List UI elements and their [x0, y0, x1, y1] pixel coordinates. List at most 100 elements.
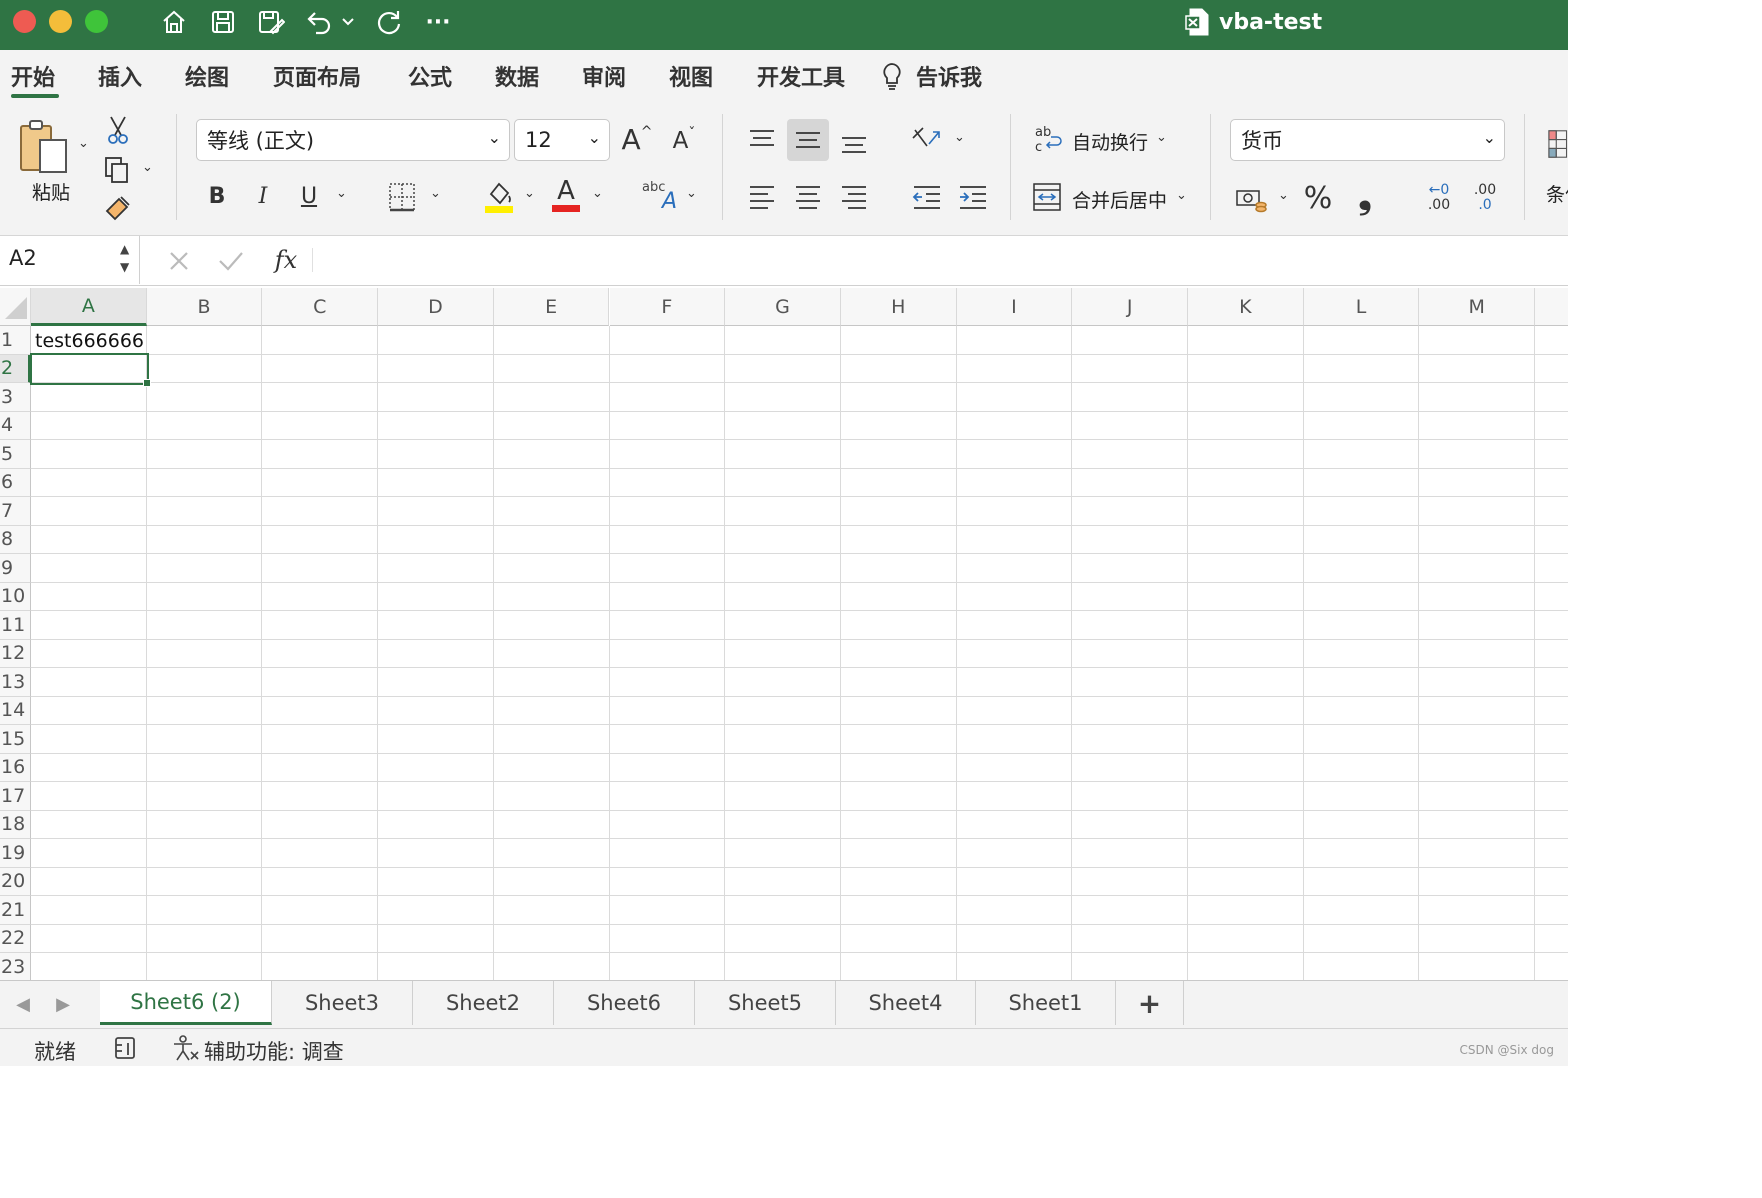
format-painter-icon[interactable]: [102, 192, 134, 222]
column-header-i[interactable]: I: [956, 288, 1073, 326]
row-header-15[interactable]: 15: [0, 725, 31, 754]
worksheet-grid[interactable]: ABCDEFGHIJKLM 1 2 3 4 5 6 7 8 9 10 11 12 13 14 15 16 17 1…: [0, 288, 1568, 980]
orientation-icon[interactable]: [906, 122, 946, 156]
column-header-k[interactable]: K: [1188, 288, 1304, 326]
insert-function-button[interactable]: fx: [268, 244, 304, 276]
paste-chevron-icon[interactable]: ⌄: [78, 136, 89, 151]
tab-page-layout[interactable]: 页面布局: [273, 60, 361, 92]
save-as-icon[interactable]: [254, 6, 288, 38]
merge-center-icon[interactable]: [1030, 180, 1064, 214]
formula-input[interactable]: [326, 236, 1566, 284]
decrease-decimal-button[interactable]: .00 .0: [1466, 180, 1504, 216]
sheet-tab-sheet6[interactable]: Sheet6: [554, 981, 695, 1025]
row-header-12[interactable]: 12: [0, 639, 31, 668]
column-header-m[interactable]: M: [1419, 288, 1536, 326]
align-left-icon[interactable]: [744, 180, 780, 214]
row-header-22[interactable]: 22: [0, 924, 31, 953]
tab-view[interactable]: 视图: [669, 60, 713, 92]
active-cell-a2[interactable]: [30, 353, 149, 385]
row-header-19[interactable]: 19: [0, 839, 31, 868]
fill-color-chevron-icon[interactable]: ⌄: [524, 186, 535, 201]
column-header-h[interactable]: H: [840, 288, 957, 326]
column-header-l[interactable]: L: [1303, 288, 1420, 326]
font-color-chevron-icon[interactable]: ⌄: [592, 186, 603, 201]
text-effects-chevron-icon[interactable]: ⌄: [686, 186, 697, 201]
tab-insert[interactable]: 插入: [98, 60, 142, 92]
sheet-tab-sheet2[interactable]: Sheet2: [413, 981, 554, 1025]
minimize-window-button[interactable]: [49, 10, 72, 33]
bold-button[interactable]: B: [204, 180, 230, 212]
row-header-8[interactable]: 8: [0, 525, 31, 554]
text-effects-button[interactable]: abc A: [642, 180, 682, 214]
wrap-text-icon[interactable]: ab c: [1032, 122, 1064, 156]
home-icon[interactable]: [157, 6, 191, 38]
increase-indent-icon[interactable]: [954, 180, 992, 214]
fill-handle[interactable]: [143, 379, 151, 387]
accessibility-icon[interactable]: [170, 1033, 200, 1063]
accessibility-status[interactable]: 辅助功能: 调查: [204, 1036, 344, 1066]
shrink-font-button[interactable]: Aˇ: [668, 124, 700, 158]
number-format-dropdown[interactable]: 货币 ⌄: [1230, 119, 1505, 161]
scroll-tabs-right-icon[interactable]: ▶: [52, 993, 74, 1015]
orientation-chevron-icon[interactable]: ⌄: [954, 130, 965, 145]
row-header-17[interactable]: 17: [0, 782, 31, 811]
row-header-6[interactable]: 6: [0, 468, 31, 497]
row-header-10[interactable]: 10: [0, 582, 31, 611]
font-size-dropdown[interactable]: 12 ⌄: [514, 119, 610, 161]
row-header-11[interactable]: 11: [0, 611, 31, 640]
column-header-a[interactable]: A: [31, 288, 147, 326]
row-header-20[interactable]: 20: [0, 867, 31, 896]
copy-icon[interactable]: [102, 154, 132, 186]
borders-chevron-icon[interactable]: ⌄: [430, 186, 441, 201]
scroll-tabs-left-icon[interactable]: ◀: [12, 993, 34, 1015]
undo-dropdown-chevron-icon[interactable]: [338, 6, 358, 38]
italic-button[interactable]: I: [250, 180, 276, 212]
row-header-1[interactable]: 1: [0, 326, 31, 355]
column-header-c[interactable]: C: [262, 288, 379, 326]
align-top-icon[interactable]: [744, 122, 780, 156]
column-header-d[interactable]: D: [378, 288, 494, 326]
percent-style-button[interactable]: %: [1300, 180, 1336, 216]
copy-chevron-icon[interactable]: ⌄: [142, 160, 153, 175]
cancel-entry-icon[interactable]: [166, 248, 192, 274]
select-all-corner[interactable]: [0, 288, 31, 326]
row-header-21[interactable]: 21: [0, 896, 31, 925]
tab-home[interactable]: 开始: [11, 60, 55, 92]
merge-center-label[interactable]: 合并后居中: [1072, 186, 1167, 213]
underline-chevron-icon[interactable]: ⌄: [336, 186, 347, 201]
row-header-18[interactable]: 18: [0, 810, 31, 839]
wrap-text-label[interactable]: 自动换行: [1072, 128, 1148, 155]
accounting-format-icon[interactable]: [1234, 182, 1270, 216]
sheet-tab-sheet6-2[interactable]: Sheet6 (2): [100, 981, 272, 1025]
maximize-window-button[interactable]: [85, 10, 108, 33]
row-header-13[interactable]: 13: [0, 668, 31, 697]
column-header-j[interactable]: J: [1072, 288, 1188, 326]
undo-icon[interactable]: [302, 6, 336, 38]
sheet-tab-sheet3[interactable]: Sheet3: [272, 981, 413, 1025]
conditional-format-label[interactable]: 条件: [1546, 180, 1568, 207]
grow-font-button[interactable]: A ^: [620, 120, 654, 158]
tab-developer[interactable]: 开发工具: [757, 60, 845, 92]
redo-icon[interactable]: [372, 6, 406, 38]
sheet-tab-sheet4[interactable]: Sheet4: [836, 981, 976, 1025]
merge-center-chevron-icon[interactable]: ⌄: [1176, 188, 1187, 203]
tell-me-search[interactable]: 告诉我: [880, 60, 982, 92]
fill-color-icon[interactable]: [482, 178, 516, 214]
tab-formulas[interactable]: 公式: [408, 60, 452, 92]
align-middle-icon[interactable]: [787, 119, 829, 161]
font-color-button[interactable]: A: [550, 174, 582, 214]
paste-icon[interactable]: [18, 118, 70, 176]
cut-icon[interactable]: [104, 114, 132, 146]
comma-style-button[interactable]: ❟: [1350, 177, 1380, 217]
row-header-14[interactable]: 14: [0, 696, 31, 725]
row-header-5[interactable]: 5: [0, 440, 31, 469]
tab-data[interactable]: 数据: [495, 60, 539, 92]
font-name-dropdown[interactable]: 等线 (正文) ⌄: [196, 119, 510, 161]
macro-recording-icon[interactable]: [110, 1033, 142, 1063]
more-icon[interactable]: ···: [421, 6, 455, 38]
borders-icon[interactable]: [386, 180, 418, 214]
conditional-format-icon[interactable]: [1546, 122, 1568, 166]
name-box[interactable]: A2 ▲ ▼: [0, 236, 140, 284]
underline-button[interactable]: U: [296, 180, 322, 212]
sheet-tab-sheet5[interactable]: Sheet5: [695, 981, 836, 1025]
